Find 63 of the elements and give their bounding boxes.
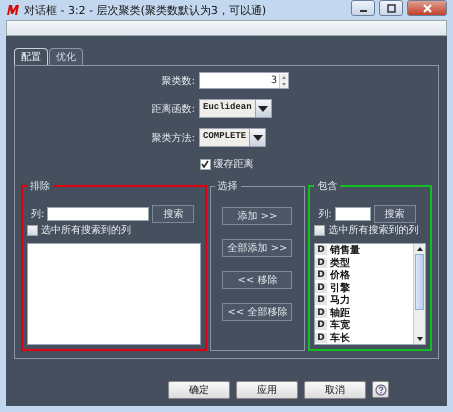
help-button[interactable] [372, 381, 389, 398]
list-item[interactable]: 马力 [330, 293, 350, 308]
type-badge: D [315, 270, 327, 280]
m-logo-icon [6, 4, 20, 16]
type-badge: D [315, 332, 327, 343]
tab[interactable]: 优化 [49, 48, 83, 65]
field-label: 距离函数: [152, 102, 195, 116]
move-button[interactable]: 全部添加 >> [222, 239, 292, 257]
list-item[interactable]: 车长 [330, 330, 350, 345]
move-button[interactable]: << 移除 [222, 271, 292, 289]
maximize-button[interactable] [379, 0, 403, 16]
checkbox[interactable] [200, 158, 210, 170]
distance-dropdown[interactable]: Euclidean [199, 99, 272, 118]
maximize-icon [386, 4, 396, 12]
dropdown-arrow-icon[interactable] [258, 106, 268, 112]
type-badge: D [315, 320, 327, 330]
type-badge: D [315, 282, 327, 293]
search-button[interactable]: 搜索 [374, 205, 416, 223]
type-badge: D [315, 295, 327, 306]
move-button[interactable]: << 全部移除 [222, 303, 292, 321]
list-item[interactable]: 引擎 [330, 280, 350, 295]
question-mark-icon [374, 384, 386, 396]
close-button[interactable] [407, 0, 447, 16]
method-dropdown[interactable]: COMPLETE [199, 128, 266, 147]
list-item[interactable]: 轴距 [330, 306, 350, 320]
field-label: 聚类方法: [152, 132, 195, 144]
group-title: 排除 [29, 180, 51, 193]
type-badge: D [315, 308, 327, 318]
list-item[interactable]: 价格 [330, 268, 350, 282]
spin-down-icon[interactable] [280, 80, 288, 88]
list-item[interactable]: 销售量 [330, 243, 360, 258]
search-field[interactable] [47, 207, 150, 221]
search-label: 列: [31, 208, 44, 221]
list-item[interactable]: 车宽 [330, 318, 350, 332]
scroll-up-icon[interactable] [416, 246, 424, 252]
scrollbar[interactable] [413, 244, 425, 344]
checkbox-label: 缓存距离 [214, 158, 254, 171]
close-icon [422, 4, 432, 12]
checkbox-label: 选中所有搜索到的列 [41, 224, 131, 237]
group-title: 包含 [316, 180, 338, 193]
tab[interactable]: 配置 [14, 48, 48, 65]
dialog-button[interactable]: 应用 [236, 381, 298, 399]
list-item[interactable]: 类型 [330, 256, 350, 270]
search-label: 列: [318, 208, 332, 221]
dropdown-arrow-icon[interactable] [252, 134, 263, 140]
dialog-button[interactable]: 取消 [304, 381, 366, 399]
dialog-button[interactable]: 确定 [168, 381, 230, 399]
type-badge: D [315, 258, 327, 268]
field-label: 聚类数: [162, 74, 195, 88]
spin-up-icon[interactable] [280, 74, 288, 80]
window-title: 对话框 - 3:2 - 层次聚类(聚类数默认为3，可以通) [24, 2, 266, 18]
cluster-count-spinner[interactable]: 3 [199, 72, 289, 89]
search-field[interactable] [334, 207, 371, 221]
type-badge: D [315, 245, 327, 256]
checkbox[interactable] [27, 224, 38, 236]
checkbox[interactable] [314, 224, 326, 236]
scroll-down-icon[interactable] [416, 336, 424, 342]
minimize-icon [360, 10, 366, 12]
minimize-button[interactable] [351, 0, 375, 16]
checkbox-label: 选中所有搜索到的列 [328, 224, 418, 237]
group-title: 选择 [216, 180, 239, 193]
move-button[interactable]: 添加 >> [222, 207, 292, 225]
search-button[interactable]: 搜索 [152, 205, 194, 223]
